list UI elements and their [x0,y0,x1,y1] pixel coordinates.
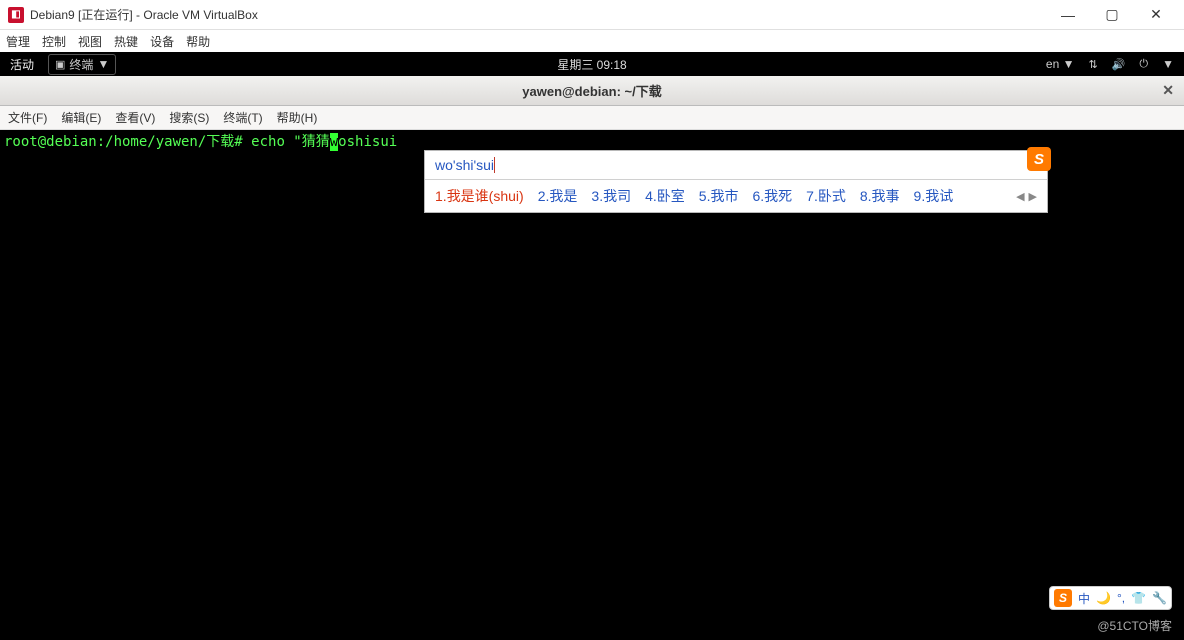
gnome-activities[interactable]: 活动 [10,56,34,73]
terminal-titlebar: yawen@debian: ~/下载 ✕ [0,76,1184,106]
ime-candidates: 1.我是谁(shui) 2.我是 3.我司 4.卧室 5.我市 6.我死 7.卧… [425,180,1047,212]
sogou-moon-icon[interactable]: 🌙 [1096,591,1111,605]
term-menu-view[interactable]: 查看(V) [115,109,155,126]
sogou-punct-icon[interactable]: °, [1117,591,1125,605]
sogou-s-icon[interactable]: S [1054,589,1072,607]
sogou-logo-icon: S [1027,147,1051,171]
ime-candidate-4[interactable]: 4.卧室 [645,186,685,206]
network-icon[interactable]: ⇅ [1088,58,1097,71]
terminal-menubar: 文件(F) 编辑(E) 查看(V) 搜索(S) 终端(T) 帮助(H) [0,106,1184,130]
vbox-window-controls: — ▢ ✕ [1048,3,1176,27]
vbox-menu-view[interactable]: 视图 [78,33,102,50]
watermark: @51CTO博客 [1097,617,1172,634]
vbox-app-icon: ◧ [8,7,24,23]
ime-candidate-7[interactable]: 7.卧式 [806,186,846,206]
ime-candidate-9[interactable]: 9.我试 [914,186,954,206]
close-button[interactable]: ✕ [1136,3,1176,27]
vbox-menubar: 管理 控制 视图 热键 设备 帮助 [0,30,1184,52]
sogou-skin-icon[interactable]: 👕 [1131,591,1146,605]
terminal-icon: ▣ [55,58,65,71]
volume-icon[interactable]: 🔊 [1112,58,1126,71]
term-menu-help[interactable]: 帮助(H) [277,109,318,126]
ime-candidate-1[interactable]: 1.我是谁(shui) [435,186,524,206]
ime-candidate-2[interactable]: 2.我是 [538,186,578,206]
vbox-menu-devices[interactable]: 设备 [150,33,174,50]
ime-pager: ◀ ▶ [1016,190,1037,203]
chevron-down-icon: ▼ [97,57,109,71]
terminal-prompt: root@debian:/home/yawen/下载# [4,134,243,150]
vbox-menu-manage[interactable]: 管理 [6,33,30,50]
sogou-mode-cn[interactable]: 中 [1078,590,1090,607]
term-menu-file[interactable]: 文件(F) [8,109,47,126]
ime-popup: wo'shi'sui S 1.我是谁(shui) 2.我是 3.我司 4.卧室 … [424,150,1048,213]
gnome-topbar: 活动 ▣ 终端 ▼ 星期三 09:18 en ▼ ⇅ 🔊 ⏻ ▼ [0,52,1184,76]
sogou-toolbar[interactable]: S 中 🌙 °, 👕 🔧 [1049,586,1172,610]
ime-candidate-8[interactable]: 8.我事 [860,186,900,206]
ime-input-text: wo'shi'sui [435,157,494,173]
vbox-window-title: Debian9 [正在运行] - Oracle VM VirtualBox [30,6,1048,23]
gnome-app-name: 终端 [69,56,93,73]
vbox-menu-help[interactable]: 帮助 [186,33,210,50]
ime-input-row: wo'shi'sui S [425,151,1047,180]
vbox-menu-hotkeys[interactable]: 热键 [114,33,138,50]
vbox-titlebar: ◧ Debian9 [正在运行] - Oracle VM VirtualBox … [0,0,1184,30]
term-menu-search[interactable]: 搜索(S) [169,109,209,126]
ime-page-next[interactable]: ▶ [1029,190,1037,203]
term-menu-terminal[interactable]: 终端(T) [223,109,262,126]
power-icon[interactable]: ⏻ [1139,58,1148,71]
ime-candidate-3[interactable]: 3.我司 [591,186,631,206]
ime-page-prev[interactable]: ◀ [1016,190,1024,203]
vbox-menu-control[interactable]: 控制 [42,33,66,50]
terminal-composition: oshisui [338,134,397,150]
sogou-settings-icon[interactable]: 🔧 [1152,591,1167,605]
gnome-lang-indicator[interactable]: en ▼ [1046,57,1075,71]
gnome-clock[interactable]: 星期三 09:18 [557,56,626,73]
ime-candidate-5[interactable]: 5.我市 [699,186,739,206]
terminal-cursor: w [330,133,338,151]
terminal-title: yawen@debian: ~/下载 [522,81,661,100]
maximize-button[interactable]: ▢ [1092,3,1132,27]
ime-candidate-6[interactable]: 6.我死 [752,186,792,206]
gnome-active-app[interactable]: ▣ 终端 ▼ [48,54,116,75]
terminal-command: echo "猜猜 [251,134,330,150]
terminal-close-button[interactable]: ✕ [1162,82,1174,99]
chevron-down-icon[interactable]: ▼ [1162,57,1174,71]
minimize-button[interactable]: — [1048,3,1088,27]
term-menu-edit[interactable]: 编辑(E) [61,109,101,126]
